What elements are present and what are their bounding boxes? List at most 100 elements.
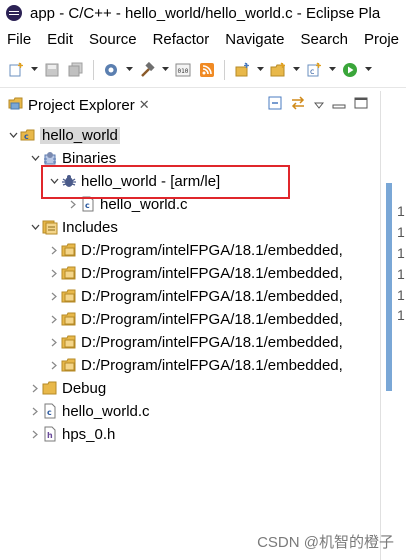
tree-row-include-path[interactable]: D:/Program/intelFPGA/18.1/embedded, xyxy=(47,262,343,284)
highlight-annotation-box xyxy=(41,165,290,199)
include-path-label: D:/Program/intelFPGA/18.1/embedded, xyxy=(81,356,343,374)
new-project-icon[interactable] xyxy=(232,60,252,80)
binaries-icon xyxy=(42,150,58,166)
tree-row-include-path[interactable]: D:/Program/intelFPGA/18.1/embedded, xyxy=(47,331,343,353)
svg-text:h: h xyxy=(47,431,53,440)
include-folder-icon xyxy=(61,334,77,350)
build-settings-icon[interactable] xyxy=(101,60,121,80)
menu-file[interactable]: File xyxy=(0,31,39,48)
expand-chevron-icon[interactable] xyxy=(28,423,42,445)
eclipse-logo-icon xyxy=(6,5,22,21)
toolbar-separator xyxy=(93,59,94,80)
expand-chevron-icon[interactable] xyxy=(47,285,61,307)
include-path-label: D:/Program/intelFPGA/18.1/embedded, xyxy=(81,310,343,328)
new-icon[interactable] xyxy=(6,60,26,80)
c-source-file-icon: c xyxy=(42,403,58,419)
menu-source[interactable]: Source xyxy=(81,31,145,48)
link-with-editor-icon[interactable] xyxy=(290,96,306,114)
include-path-label: D:/Program/intelFPGA/18.1/embedded, xyxy=(81,287,343,305)
collapse-chevron-icon[interactable] xyxy=(28,216,42,238)
includes-label: Includes xyxy=(62,218,118,236)
source-file-label: hello_world.c xyxy=(62,402,150,420)
build-settings-dropdown-icon[interactable] xyxy=(125,60,133,80)
window-title: app - C/C++ - hello_world/hello_world.c … xyxy=(30,4,381,22)
main-toolbar: 010 c xyxy=(0,52,406,88)
collapse-chevron-icon[interactable] xyxy=(6,124,20,146)
run-icon[interactable] xyxy=(340,60,360,80)
include-folder-icon xyxy=(61,311,77,327)
svg-text:c: c xyxy=(310,67,314,76)
collapse-all-icon[interactable] xyxy=(268,96,282,114)
line-number: 1 xyxy=(397,266,405,282)
new-dropdown-icon[interactable] xyxy=(30,60,38,80)
menu-navigate[interactable]: Navigate xyxy=(217,31,292,48)
save-icon[interactable] xyxy=(42,60,62,80)
line-number: 1 xyxy=(397,224,405,240)
tree-row-header-file[interactable]: h hps_0.h xyxy=(28,423,115,445)
close-icon[interactable]: ✕ xyxy=(139,97,150,113)
line-number: 1 xyxy=(397,307,405,323)
line-number: 1 xyxy=(397,203,405,219)
collapse-chevron-icon[interactable] xyxy=(28,147,42,169)
minimize-icon[interactable] xyxy=(332,96,346,114)
view-menu-icon[interactable] xyxy=(313,97,325,114)
menu-refactor[interactable]: Refactor xyxy=(145,31,218,48)
debug-label: Debug xyxy=(62,379,107,397)
header-file-label: hps_0.h xyxy=(62,425,116,443)
hammer-dropdown-icon[interactable] xyxy=(161,60,169,80)
overview-ruler xyxy=(386,183,392,391)
include-folder-icon xyxy=(61,265,77,281)
toolbar-separator xyxy=(224,59,225,80)
tree-row-include-path[interactable]: D:/Program/intelFPGA/18.1/embedded, xyxy=(47,285,343,307)
menu-edit[interactable]: Edit xyxy=(39,31,81,48)
watermark-text: CSDN @机智的橙子 xyxy=(257,534,394,551)
include-folder-icon xyxy=(61,357,77,373)
include-path-label: D:/Program/intelFPGA/18.1/embedded, xyxy=(81,241,343,259)
tree-row-include-path[interactable]: D:/Program/intelFPGA/18.1/embedded, xyxy=(47,308,343,330)
project-label: hello_world xyxy=(40,126,120,144)
menu-search[interactable]: Search xyxy=(292,31,356,48)
expand-chevron-icon[interactable] xyxy=(47,308,61,330)
new-class-icon[interactable]: c xyxy=(304,60,324,80)
tree-row-include-path[interactable]: D:/Program/intelFPGA/18.1/embedded, xyxy=(47,239,343,261)
menu-project[interactable]: Proje xyxy=(356,31,406,48)
svg-text:c: c xyxy=(24,132,29,141)
tree-row-include-path[interactable]: D:/Program/intelFPGA/18.1/embedded, xyxy=(47,354,343,376)
tree-row-project[interactable]: c hello_world xyxy=(6,124,120,146)
expand-chevron-icon[interactable] xyxy=(47,262,61,284)
maximize-icon[interactable] xyxy=(354,96,368,114)
line-number: 1 xyxy=(397,245,405,261)
expand-chevron-icon[interactable] xyxy=(47,239,61,261)
binaries-label: Binaries xyxy=(62,149,117,167)
svg-text:010: 010 xyxy=(178,68,189,75)
expand-chevron-icon[interactable] xyxy=(47,354,61,376)
view-actions xyxy=(268,96,368,114)
editor-gutter: 1 1 1 1 1 1 xyxy=(380,91,406,560)
rss-icon[interactable] xyxy=(197,60,217,80)
expand-chevron-icon[interactable] xyxy=(28,377,42,399)
run-dropdown-icon[interactable] xyxy=(364,60,372,80)
include-folder-icon xyxy=(61,242,77,258)
new-folder-dropdown-icon[interactable] xyxy=(292,60,300,80)
menu-bar: File Edit Source Refactor Navigate Searc… xyxy=(0,27,406,51)
tree-row-debug[interactable]: Debug xyxy=(28,377,106,399)
tree-row-includes[interactable]: Includes xyxy=(28,216,118,238)
project-explorer-icon xyxy=(8,95,24,115)
line-number: 1 xyxy=(397,287,405,303)
project-explorer-view: Project Explorer ✕ c hello_world Binarie… xyxy=(0,91,380,560)
includes-icon xyxy=(42,219,58,235)
new-project-dropdown-icon[interactable] xyxy=(256,60,264,80)
project-explorer-tab[interactable]: Project Explorer ✕ xyxy=(0,91,376,119)
hammer-icon[interactable] xyxy=(137,60,157,80)
new-class-dropdown-icon[interactable] xyxy=(328,60,336,80)
tree-row-source-file[interactable]: c hello_world.c xyxy=(28,400,150,422)
new-folder-icon[interactable] xyxy=(268,60,288,80)
include-path-label: D:/Program/intelFPGA/18.1/embedded, xyxy=(81,264,343,282)
svg-text:c: c xyxy=(47,408,52,417)
title-bar: app - C/C++ - hello_world/hello_world.c … xyxy=(0,0,406,26)
binary-icon[interactable]: 010 xyxy=(173,60,193,80)
expand-chevron-icon[interactable] xyxy=(28,400,42,422)
include-path-label: D:/Program/intelFPGA/18.1/embedded, xyxy=(81,333,343,351)
expand-chevron-icon[interactable] xyxy=(47,331,61,353)
save-all-icon[interactable] xyxy=(66,60,86,80)
